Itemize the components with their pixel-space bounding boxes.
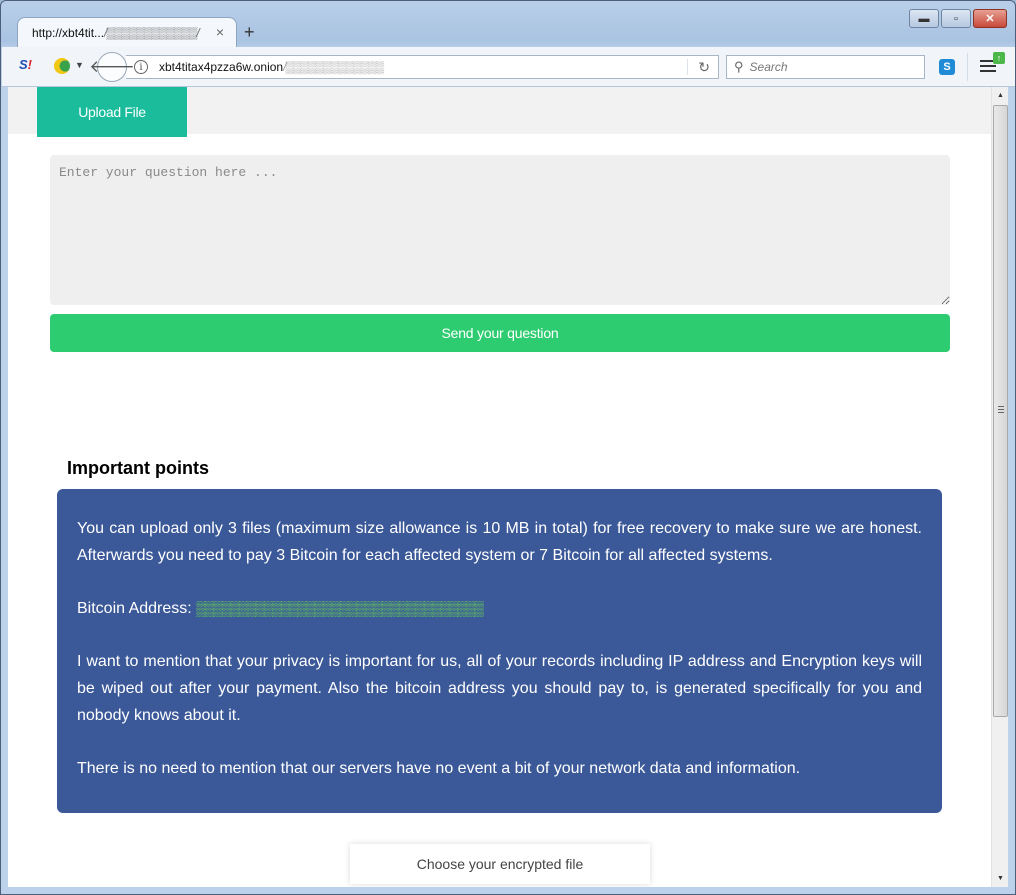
upload-file-tab[interactable]: Upload File <box>37 87 187 137</box>
back-button[interactable]: 🡐 <box>89 52 135 82</box>
info-icon[interactable]: i <box>134 60 148 74</box>
chevron-down-icon[interactable]: ▼ <box>75 60 84 70</box>
tab-close-icon[interactable]: × <box>216 24 224 40</box>
browser-tab[interactable]: http://xbt4tit.../▒▒▒▒▒▒▒▒▒▒▒▒/ × <box>17 17 237 47</box>
skype-icon[interactable]: S <box>939 59 955 75</box>
privacy-paragraph: I want to mention that your privacy is i… <box>77 653 922 724</box>
reload-separator <box>687 59 688 75</box>
scroll-down-icon[interactable]: ▼ <box>992 870 1009 887</box>
maximize-button[interactable]: ▫ <box>941 9 971 28</box>
important-points-box: You can upload only 3 files (maximum siz… <box>57 489 942 813</box>
toolbar-separator <box>967 53 968 81</box>
upload-limit-paragraph: You can upload only 3 files (maximum siz… <box>77 520 922 564</box>
update-arrow-icon: ↑ <box>993 52 1005 64</box>
new-tab-icon[interactable]: + <box>244 22 255 43</box>
url-bar[interactable]: i xbt4titax4pzza6w.onion/▒▒▒▒▒▒▒▒▒▒▒▒▒ ↻ <box>126 55 719 79</box>
network-paragraph: There is no need to mention that our ser… <box>77 760 801 777</box>
search-input[interactable]: ⚲ Search <box>726 55 925 79</box>
url-text[interactable]: xbt4titax4pzza6w.onion/▒▒▒▒▒▒▒▒▒▒▒▒▒ <box>159 60 384 74</box>
navigation-toolbar: S! ▼ i xbt4titax4pzza6w.onion/▒▒▒▒▒▒▒▒▒▒… <box>2 47 1015 87</box>
vertical-scrollbar[interactable]: ▲ ▼ <box>991 87 1008 887</box>
s-addon-icon[interactable]: S! <box>19 57 32 72</box>
send-question-button[interactable]: Send your question <box>50 314 950 352</box>
page-content: Upload File Send your question Important… <box>8 87 991 887</box>
choose-file-button[interactable]: Choose your encrypted file <box>350 844 650 884</box>
bitcoin-address-line: Bitcoin Address: ▒▒▒▒▒▒▒▒▒▒▒▒▒▒▒▒▒▒▒▒▒▒▒… <box>77 595 922 622</box>
search-icon: ⚲ <box>734 59 744 74</box>
reload-icon[interactable]: ↻ <box>698 59 710 76</box>
addon-shield-icon[interactable] <box>54 58 70 74</box>
arrow-left-icon: 🡐 <box>89 57 135 76</box>
question-input[interactable] <box>50 155 950 305</box>
grip-icon <box>998 406 1004 415</box>
important-points-heading: Important points <box>67 458 209 478</box>
scroll-thumb[interactable] <box>993 105 1008 717</box>
close-window-button[interactable]: ✕ <box>973 9 1007 28</box>
bitcoin-address-label: Bitcoin Address: <box>77 600 192 617</box>
minimize-button[interactable]: ▬ <box>909 9 939 28</box>
bitcoin-address-value: ▒▒▒▒▒▒▒▒▒▒▒▒▒▒▒▒▒▒▒▒▒▒▒▒▒▒▒▒▒▒▒▒▒▒ <box>196 600 484 616</box>
tab-title: http://xbt4tit.../▒▒▒▒▒▒▒▒▒▒▒▒/ <box>32 25 200 40</box>
tab-strip: http://xbt4tit.../▒▒▒▒▒▒▒▒▒▒▒▒/ × + ▬ ▫ … <box>1 1 1015 47</box>
window-controls: ▬ ▫ ✕ <box>909 9 1007 28</box>
scroll-up-icon[interactable]: ▲ <box>992 87 1009 104</box>
search-placeholder: Search <box>749 60 788 74</box>
